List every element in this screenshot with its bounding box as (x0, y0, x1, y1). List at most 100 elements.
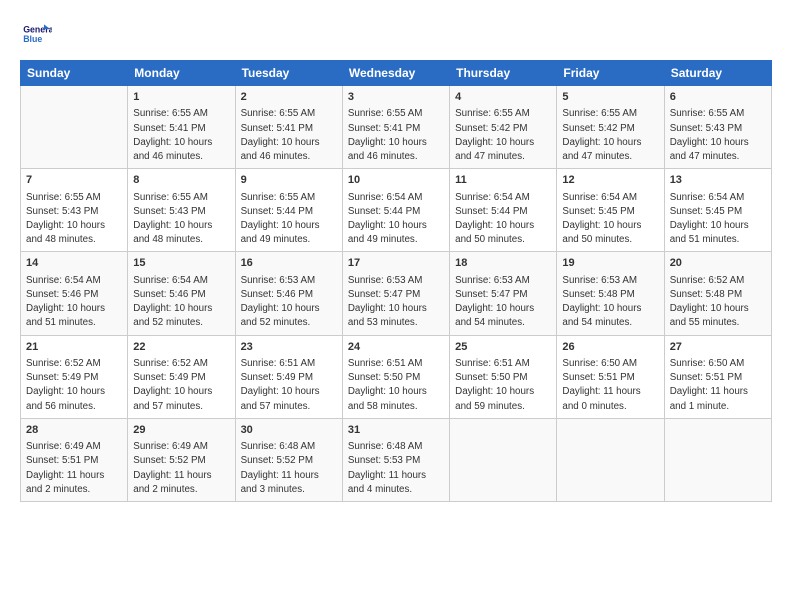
day-number: 21 (26, 340, 122, 355)
day-number: 22 (133, 340, 229, 355)
day-number: 28 (26, 423, 122, 438)
day-info: Sunrise: 6:55 AM Sunset: 5:42 PM Dayligh… (455, 107, 551, 164)
day-number: 25 (455, 340, 551, 355)
day-info: Sunrise: 6:55 AM Sunset: 5:43 PM Dayligh… (26, 191, 122, 248)
day-number: 3 (348, 90, 444, 105)
day-number: 14 (26, 256, 122, 271)
day-number: 1 (133, 90, 229, 105)
day-header-monday: Monday (128, 61, 235, 86)
day-number: 20 (670, 256, 766, 271)
day-info: Sunrise: 6:55 AM Sunset: 5:43 PM Dayligh… (133, 191, 229, 248)
day-info: Sunrise: 6:49 AM Sunset: 5:51 PM Dayligh… (26, 440, 122, 497)
calendar-cell: 9 Sunrise: 6:55 AM Sunset: 5:44 PM Daylig… (235, 169, 342, 252)
day-info: Sunrise: 6:55 AM Sunset: 5:41 PM Dayligh… (348, 107, 444, 164)
calendar-table: SundayMondayTuesdayWednesdayThursdayFrid… (20, 60, 772, 502)
day-info: Sunrise: 6:50 AM Sunset: 5:51 PM Dayligh… (562, 357, 658, 414)
calendar-cell: 27Sunrise: 6:50 AM Sunset: 5:51 PM Dayli… (664, 335, 771, 418)
day-info: Sunrise: 6:54 AM Sunset: 5:45 PM Dayligh… (670, 191, 766, 248)
calendar-cell: 17 Sunrise: 6:53 AM Sunset: 5:47 PM Dayli… (342, 252, 449, 335)
calendar-cell: 13 Sunrise: 6:54 AM Sunset: 5:45 PM Dayli… (664, 169, 771, 252)
day-info: Sunrise: 6:55 AM Sunset: 5:42 PM Dayligh… (562, 107, 658, 164)
calendar-cell: 30 Sunrise: 6:48 AM Sunset: 5:52 PM Dayli… (235, 418, 342, 501)
day-info: Sunrise: 6:54 AM Sunset: 5:44 PM Dayligh… (455, 191, 551, 248)
calendar-cell: 1 Sunrise: 6:55 AM Sunset: 5:41 PM Daylig… (128, 86, 235, 169)
calendar-cell: 20 Sunrise: 6:52 AM Sunset: 5:48 PM Dayli… (664, 252, 771, 335)
calendar-cell: 29 Sunrise: 6:49 AM Sunset: 5:52 PM Dayli… (128, 418, 235, 501)
day-number: 8 (133, 173, 229, 188)
day-info: Sunrise: 6:54 AM Sunset: 5:45 PM Dayligh… (562, 191, 658, 248)
day-info: Sunrise: 6:55 AM Sunset: 5:41 PM Dayligh… (133, 107, 229, 164)
day-number: 13 (670, 173, 766, 188)
day-number: 5 (562, 90, 658, 105)
day-info: Sunrise: 6:55 AM Sunset: 5:44 PM Dayligh… (241, 191, 337, 248)
day-info: Sunrise: 6:51 AM Sunset: 5:50 PM Dayligh… (348, 357, 444, 414)
day-header-tuesday: Tuesday (235, 61, 342, 86)
calendar-cell: 2 Sunrise: 6:55 AM Sunset: 5:41 PM Daylig… (235, 86, 342, 169)
page-header: General Blue (20, 18, 772, 50)
day-number: 7 (26, 173, 122, 188)
day-info: Sunrise: 6:54 AM Sunset: 5:46 PM Dayligh… (26, 274, 122, 331)
calendar-cell (557, 418, 664, 501)
calendar-cell: 25Sunrise: 6:51 AM Sunset: 5:50 PM Dayli… (450, 335, 557, 418)
day-number: 16 (241, 256, 337, 271)
day-number: 6 (670, 90, 766, 105)
svg-text:General: General (23, 24, 52, 34)
day-info: Sunrise: 6:53 AM Sunset: 5:46 PM Dayligh… (241, 274, 337, 331)
day-header-thursday: Thursday (450, 61, 557, 86)
day-number: 17 (348, 256, 444, 271)
day-number: 18 (455, 256, 551, 271)
day-number: 15 (133, 256, 229, 271)
calendar-cell: 26Sunrise: 6:50 AM Sunset: 5:51 PM Dayli… (557, 335, 664, 418)
calendar-cell: 21 Sunrise: 6:52 AM Sunset: 5:49 PM Dayli… (21, 335, 128, 418)
day-info: Sunrise: 6:54 AM Sunset: 5:44 PM Dayligh… (348, 191, 444, 248)
day-info: Sunrise: 6:49 AM Sunset: 5:52 PM Dayligh… (133, 440, 229, 497)
day-info: Sunrise: 6:52 AM Sunset: 5:49 PM Dayligh… (26, 357, 122, 414)
calendar-header-row: SundayMondayTuesdayWednesdayThursdayFrid… (21, 61, 772, 86)
calendar-cell: 28 Sunrise: 6:49 AM Sunset: 5:51 PM Dayli… (21, 418, 128, 501)
day-number: 31 (348, 423, 444, 438)
logo: General Blue (20, 18, 54, 50)
day-info: Sunrise: 6:54 AM Sunset: 5:46 PM Dayligh… (133, 274, 229, 331)
day-info: Sunrise: 6:48 AM Sunset: 5:52 PM Dayligh… (241, 440, 337, 497)
calendar-week-row: 14 Sunrise: 6:54 AM Sunset: 5:46 PM Dayli… (21, 252, 772, 335)
logo-icon: General Blue (20, 18, 52, 50)
day-number: 19 (562, 256, 658, 271)
calendar-cell: 24 Sunrise: 6:51 AM Sunset: 5:50 PM Dayli… (342, 335, 449, 418)
day-number: 29 (133, 423, 229, 438)
day-number: 10 (348, 173, 444, 188)
calendar-cell: 19 Sunrise: 6:53 AM Sunset: 5:48 PM Dayli… (557, 252, 664, 335)
calendar-cell: 15 Sunrise: 6:54 AM Sunset: 5:46 PM Dayli… (128, 252, 235, 335)
calendar-cell: 6Sunrise: 6:55 AM Sunset: 5:43 PM Daylig… (664, 86, 771, 169)
day-number: 2 (241, 90, 337, 105)
calendar-week-row: 28 Sunrise: 6:49 AM Sunset: 5:51 PM Dayli… (21, 418, 772, 501)
calendar-cell: 14 Sunrise: 6:54 AM Sunset: 5:46 PM Dayli… (21, 252, 128, 335)
day-info: Sunrise: 6:50 AM Sunset: 5:51 PM Dayligh… (670, 357, 766, 414)
calendar-cell: 8 Sunrise: 6:55 AM Sunset: 5:43 PM Daylig… (128, 169, 235, 252)
calendar-cell (664, 418, 771, 501)
day-number: 4 (455, 90, 551, 105)
calendar-cell: 22 Sunrise: 6:52 AM Sunset: 5:49 PM Dayli… (128, 335, 235, 418)
calendar-cell: 4 Sunrise: 6:55 AM Sunset: 5:42 PM Daylig… (450, 86, 557, 169)
day-info: Sunrise: 6:52 AM Sunset: 5:49 PM Dayligh… (133, 357, 229, 414)
day-number: 11 (455, 173, 551, 188)
day-header-wednesday: Wednesday (342, 61, 449, 86)
calendar-cell: 5 Sunrise: 6:55 AM Sunset: 5:42 PM Daylig… (557, 86, 664, 169)
day-number: 9 (241, 173, 337, 188)
day-info: Sunrise: 6:53 AM Sunset: 5:48 PM Dayligh… (562, 274, 658, 331)
day-info: Sunrise: 6:55 AM Sunset: 5:41 PM Dayligh… (241, 107, 337, 164)
calendar-cell (450, 418, 557, 501)
day-info: Sunrise: 6:52 AM Sunset: 5:48 PM Dayligh… (670, 274, 766, 331)
calendar-cell: 18Sunrise: 6:53 AM Sunset: 5:47 PM Dayli… (450, 252, 557, 335)
day-number: 24 (348, 340, 444, 355)
calendar-week-row: 21 Sunrise: 6:52 AM Sunset: 5:49 PM Dayli… (21, 335, 772, 418)
calendar-cell: 16 Sunrise: 6:53 AM Sunset: 5:46 PM Dayli… (235, 252, 342, 335)
calendar-cell: 3 Sunrise: 6:55 AM Sunset: 5:41 PM Daylig… (342, 86, 449, 169)
calendar-week-row: 1 Sunrise: 6:55 AM Sunset: 5:41 PM Daylig… (21, 86, 772, 169)
day-number: 30 (241, 423, 337, 438)
day-info: Sunrise: 6:48 AM Sunset: 5:53 PM Dayligh… (348, 440, 444, 497)
day-info: Sunrise: 6:53 AM Sunset: 5:47 PM Dayligh… (348, 274, 444, 331)
calendar-cell: 12Sunrise: 6:54 AM Sunset: 5:45 PM Dayli… (557, 169, 664, 252)
day-header-saturday: Saturday (664, 61, 771, 86)
calendar-cell: 7 Sunrise: 6:55 AM Sunset: 5:43 PM Daylig… (21, 169, 128, 252)
calendar-cell (21, 86, 128, 169)
